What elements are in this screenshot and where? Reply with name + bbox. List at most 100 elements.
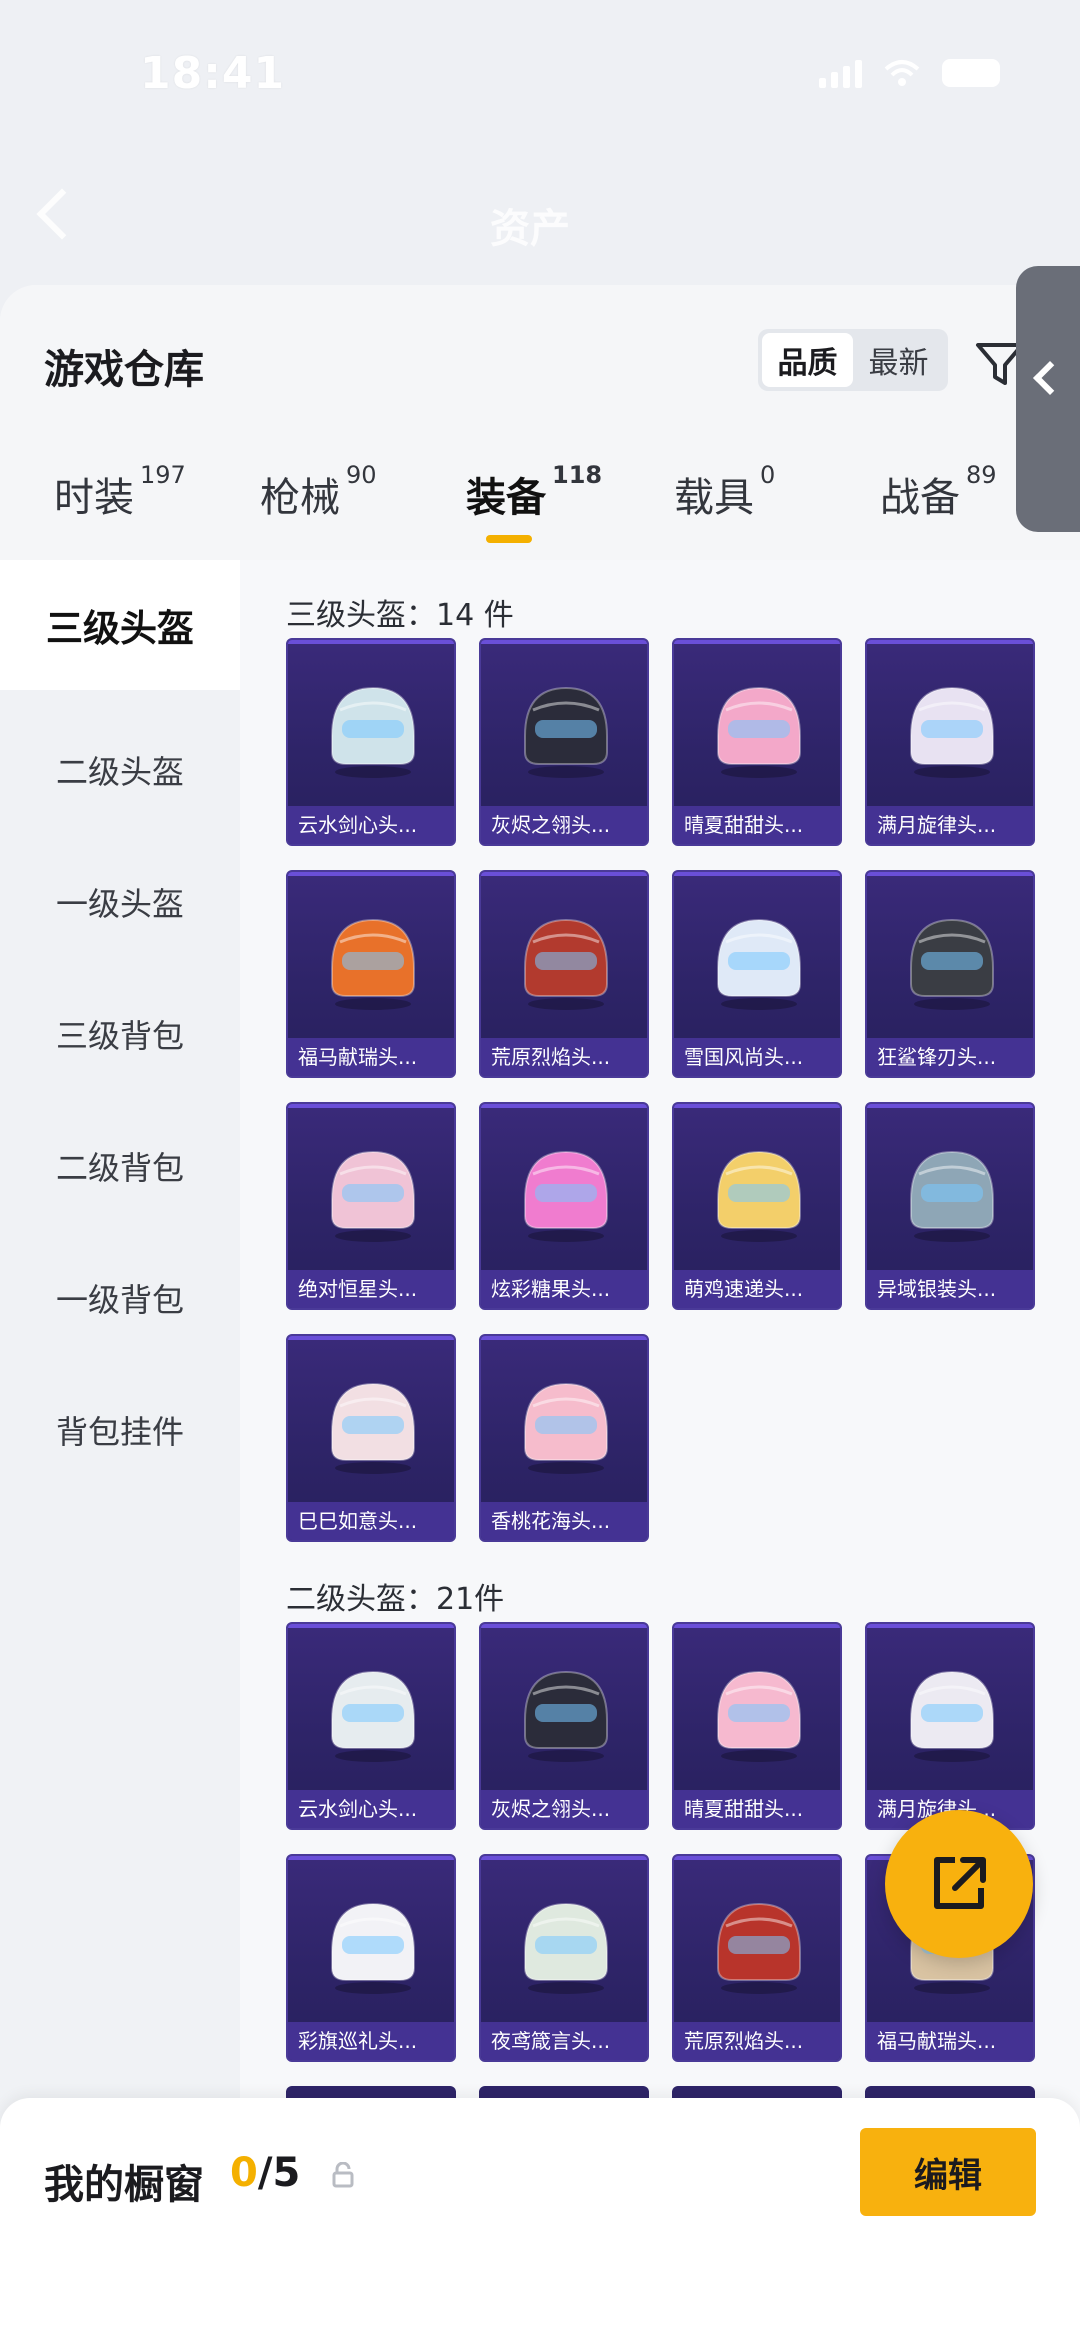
item-card[interactable]: 灰烬之翎头... bbox=[479, 1622, 649, 1830]
item-card[interactable]: 异域银装头... bbox=[865, 1102, 1035, 1310]
item-card[interactable]: 雪国风尚头... bbox=[672, 870, 842, 1078]
section-title: 三级头盔：14 件 bbox=[286, 598, 514, 633]
item-name: 云水剑心头... bbox=[288, 806, 454, 844]
tab-weapons[interactable]: 枪械90 bbox=[260, 461, 377, 545]
item-name: 狂鲨锋刃头... bbox=[867, 1038, 1033, 1076]
sort-newest-button[interactable]: 最新 bbox=[853, 333, 944, 387]
rarity-bar bbox=[481, 1624, 647, 1628]
item-name: 萌鸡速递头... bbox=[674, 1270, 840, 1308]
tab-active-indicator bbox=[486, 535, 532, 543]
item-name: 福马献瑞头... bbox=[288, 1038, 454, 1076]
rarity-bar bbox=[481, 1336, 647, 1340]
helmet-icon bbox=[524, 1150, 608, 1242]
helmet-icon bbox=[717, 1670, 801, 1762]
item-name: 巳巳如意头... bbox=[288, 1502, 454, 1540]
helmet-icon bbox=[331, 1902, 415, 1994]
item-card[interactable]: 晴夏甜甜头... bbox=[672, 638, 842, 846]
sidebar-item-level1-backpack[interactable]: 一级背包 bbox=[0, 1233, 240, 1363]
rarity-bar bbox=[288, 1624, 454, 1628]
sidebar-item-level2-backpack[interactable]: 二级背包 bbox=[0, 1101, 240, 1231]
item-card[interactable]: 巳巳如意头... bbox=[286, 1334, 456, 1542]
helmet-icon bbox=[717, 686, 801, 778]
rarity-bar bbox=[867, 1624, 1033, 1628]
item-card[interactable]: 绝对恒星头... bbox=[286, 1102, 456, 1310]
item-card[interactable]: 夜鸢箴言头... bbox=[479, 1854, 649, 2062]
item-card[interactable]: 云水剑心头... bbox=[286, 638, 456, 846]
rarity-bar bbox=[481, 640, 647, 644]
item-card[interactable]: 灰烬之翎头... bbox=[479, 638, 649, 846]
item-card-partial[interactable] bbox=[865, 2086, 1035, 2098]
item-card[interactable]: 炫彩糖果头... bbox=[479, 1102, 649, 1310]
tab-vehicles[interactable]: 载具0 bbox=[674, 461, 775, 545]
item-card[interactable]: 香桃花海头... bbox=[479, 1334, 649, 1542]
item-card[interactable]: 满月旋律头... bbox=[865, 1622, 1035, 1830]
item-card[interactable]: 萌鸡速递头... bbox=[672, 1102, 842, 1310]
item-card[interactable]: 晴夏甜甜头... bbox=[672, 1622, 842, 1830]
item-name: 晴夏甜甜头... bbox=[674, 1790, 840, 1828]
signal-icon bbox=[819, 58, 862, 88]
rarity-bar bbox=[288, 1856, 454, 1860]
showcase-title: 我的橱窗 bbox=[44, 2162, 204, 2208]
item-name: 炫彩糖果头... bbox=[481, 1270, 647, 1308]
helmet-icon bbox=[717, 1902, 801, 1994]
rarity-bar bbox=[867, 1104, 1033, 1108]
helmet-icon bbox=[524, 1902, 608, 1994]
item-card-partial[interactable] bbox=[479, 2086, 649, 2098]
share-button[interactable] bbox=[885, 1810, 1033, 1958]
helmet-icon bbox=[717, 918, 801, 1010]
item-card[interactable]: 福马献瑞头... bbox=[286, 870, 456, 1078]
rarity-bar bbox=[674, 872, 840, 876]
helmet-icon bbox=[524, 1670, 608, 1762]
item-card[interactable]: 满月旋律头... bbox=[865, 638, 1035, 846]
showcase-count: 0/5 bbox=[230, 2150, 301, 2196]
sort-quality-button[interactable]: 品质 bbox=[762, 333, 853, 387]
item-name: 晴夏甜甜头... bbox=[674, 806, 840, 844]
item-card[interactable]: 荒原烈焰头... bbox=[672, 1854, 842, 2062]
item-card[interactable]: 荒原烈焰头... bbox=[479, 870, 649, 1078]
sidebar-item-level1-helmet[interactable]: 一级头盔 bbox=[0, 837, 240, 967]
rarity-bar bbox=[674, 1104, 840, 1108]
helmet-icon bbox=[910, 686, 994, 778]
rarity-bar bbox=[481, 872, 647, 876]
page-title: 资产 bbox=[490, 206, 570, 252]
item-name: 灰烬之翎头... bbox=[481, 1790, 647, 1828]
warehouse-sheet: 游戏仓库 品质 最新 时装197 枪械90 装备118 载具0 战备89 三级头… bbox=[0, 285, 1080, 2341]
sidebar-item-level3-backpack[interactable]: 三级背包 bbox=[0, 969, 240, 1099]
item-card[interactable]: 云水剑心头... bbox=[286, 1622, 456, 1830]
sidebar-item-level2-helmet[interactable]: 二级头盔 bbox=[0, 705, 240, 835]
helmet-icon bbox=[717, 1150, 801, 1242]
sidebar-item-level3-helmet[interactable]: 三级头盔 bbox=[0, 560, 240, 690]
side-collapse-handle[interactable] bbox=[1016, 266, 1080, 532]
sort-toggle: 品质 最新 bbox=[758, 329, 948, 391]
tab-fashion[interactable]: 时装197 bbox=[54, 461, 186, 545]
helmet-icon bbox=[910, 1150, 994, 1242]
subcategory-sidebar: 三级头盔 二级头盔 一级头盔 三级背包 二级背包 一级背包 背包挂件 bbox=[0, 560, 240, 2260]
sidebar-item-backpack-charm[interactable]: 背包挂件 bbox=[0, 1365, 240, 1495]
lock-icon bbox=[332, 2162, 354, 2188]
section-title: 二级头盔：21件 bbox=[286, 1582, 505, 1617]
rarity-bar bbox=[481, 1856, 647, 1860]
item-grid: 三级头盔：14 件 二级头盔：21件 云水剑心头... 灰烬之翎头... 晴夏甜甜头… bbox=[240, 560, 1080, 2260]
helmet-icon bbox=[331, 1150, 415, 1242]
item-card[interactable]: 彩旗巡礼头... bbox=[286, 1854, 456, 2062]
item-card-partial[interactable] bbox=[672, 2086, 842, 2098]
share-icon bbox=[934, 1857, 986, 1909]
item-name: 荒原烈焰头... bbox=[481, 1038, 647, 1076]
battery-icon bbox=[942, 59, 1000, 87]
item-name: 灰烬之翎头... bbox=[481, 806, 647, 844]
edit-button[interactable]: 编辑 bbox=[860, 2128, 1036, 2216]
rarity-bar bbox=[674, 1624, 840, 1628]
helmet-icon bbox=[524, 686, 608, 778]
tab-supplies[interactable]: 战备89 bbox=[880, 461, 997, 545]
rarity-bar bbox=[867, 640, 1033, 644]
rarity-bar bbox=[288, 872, 454, 876]
rarity-bar bbox=[288, 1104, 454, 1108]
item-card-partial[interactable] bbox=[286, 2086, 456, 2098]
helmet-icon bbox=[910, 1670, 994, 1762]
category-tabs: 时装197 枪械90 装备118 载具0 战备89 bbox=[0, 461, 1080, 545]
rarity-bar bbox=[674, 1856, 840, 1860]
helmet-icon bbox=[331, 918, 415, 1010]
tab-equipment[interactable]: 装备118 bbox=[466, 461, 602, 545]
sheet-title: 游戏仓库 bbox=[44, 347, 204, 393]
item-card[interactable]: 狂鲨锋刃头... bbox=[865, 870, 1035, 1078]
